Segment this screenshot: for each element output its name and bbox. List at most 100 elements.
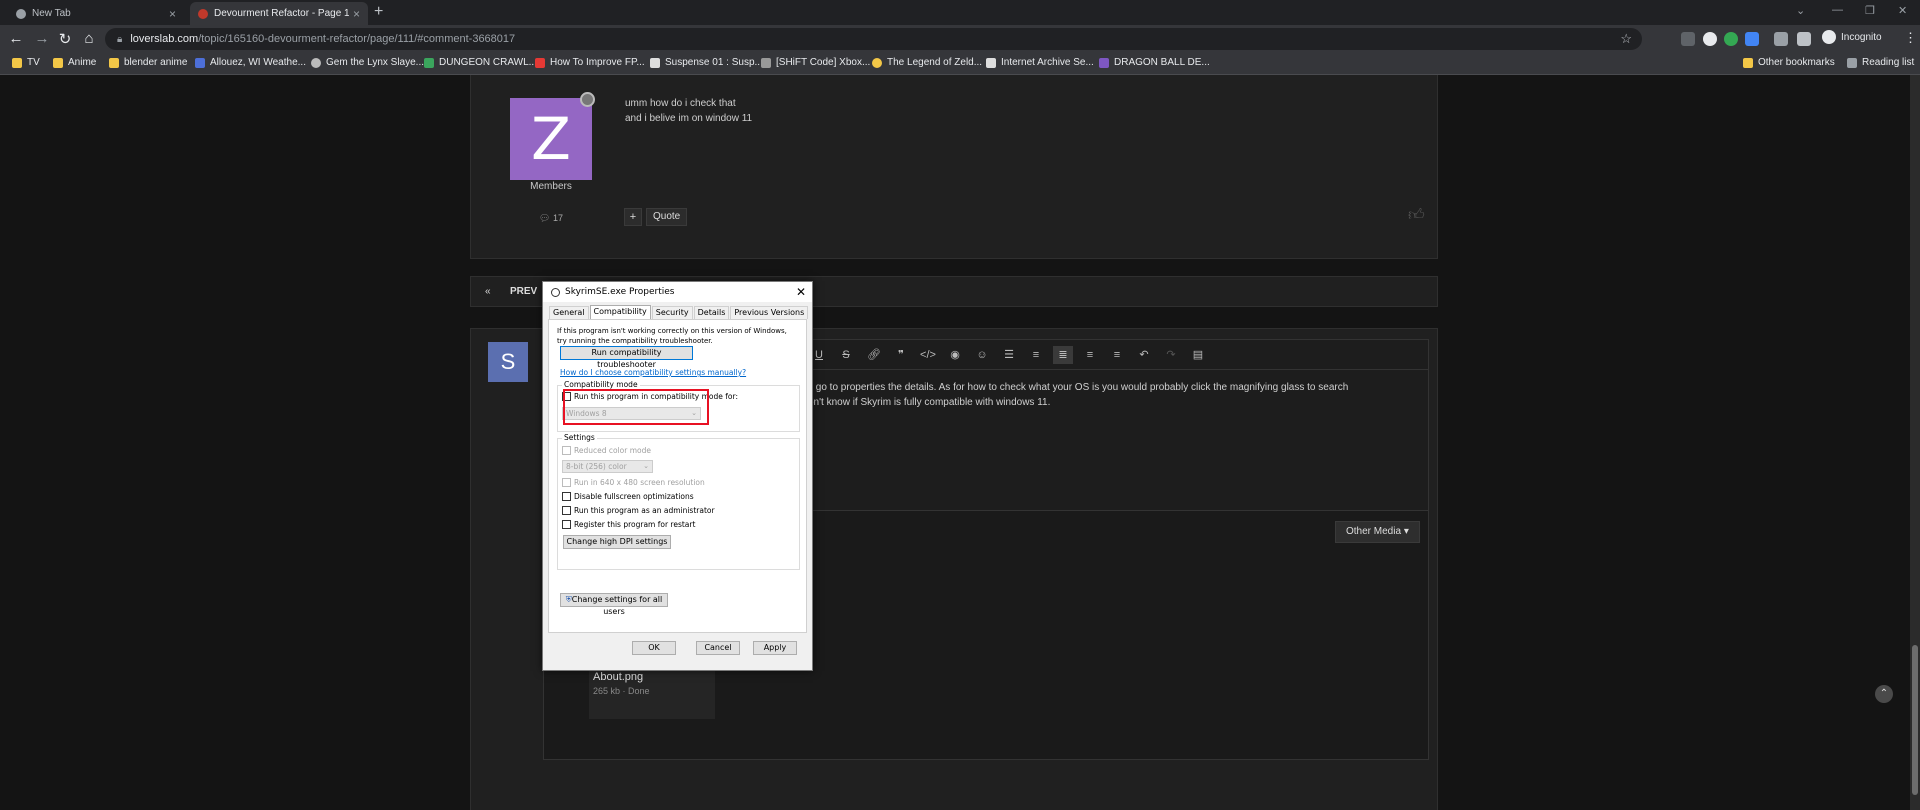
disable-fullscreen-checkbox[interactable]: Disable fullscreen optimizations	[562, 492, 694, 501]
double-chevron-left-icon[interactable]: «	[485, 286, 491, 297]
code-icon[interactable]: </>	[918, 346, 938, 364]
bookmark-item[interactable]: Allouez, WI Weathe...	[195, 57, 306, 68]
redo-icon[interactable]: ↷	[1161, 346, 1181, 364]
weather-icon	[195, 57, 205, 68]
extension-icon[interactable]	[1745, 32, 1759, 46]
minimize-icon[interactable]: —	[1832, 4, 1843, 16]
run-troubleshooter-button[interactable]: Run compatibility troubleshooter	[560, 346, 693, 369]
tab-title: Devourment Refactor - Page 111	[214, 8, 349, 19]
bookmark-label: Internet Archive Se...	[1001, 57, 1094, 68]
thumbs-up-icon[interactable]: 👍︎	[1408, 206, 1428, 226]
scrollbar-thumb[interactable]	[1912, 645, 1918, 795]
tab-details[interactable]: Details	[693, 306, 730, 319]
bookmark-item[interactable]: Gem the Lynx Slaye...	[311, 57, 424, 68]
other-bookmarks[interactable]: Other bookmarks	[1743, 57, 1835, 68]
forward-icon[interactable]: →	[33, 30, 51, 47]
group-label: Compatibility mode	[562, 380, 640, 389]
page-icon	[650, 57, 660, 68]
reduced-color-checkbox[interactable]: Reduced color mode	[562, 446, 651, 455]
back-icon[interactable]: ←	[7, 30, 25, 47]
avatar[interactable]: Z	[510, 98, 592, 180]
change-dpi-button[interactable]: Change high DPI settings	[563, 535, 671, 549]
quote-icon[interactable]: ❞	[891, 346, 911, 364]
close-icon[interactable]: ×	[169, 7, 176, 21]
color-depth-select[interactable]: 8-bit (256) color ⌄	[562, 460, 653, 473]
menu-icon[interactable]: ⋮	[1904, 30, 1917, 46]
site-icon	[1099, 57, 1109, 68]
run-640-checkbox[interactable]: Run in 640 x 480 screen resolution	[562, 478, 705, 487]
close-icon[interactable]: ×	[353, 7, 360, 21]
other-media-button[interactable]: Other Media ▾	[1335, 521, 1420, 543]
tab-new-tab[interactable]: New Tab ×	[8, 2, 184, 25]
numbered-list-icon[interactable]: ≡	[1026, 346, 1046, 364]
bookmark-item[interactable]: DUNGEON CRAWL...	[424, 57, 537, 68]
media-queue-icon[interactable]	[1797, 32, 1811, 46]
bookmark-star-icon[interactable]: ☆	[1620, 31, 1632, 47]
dialog-title-bar[interactable]: SkyrimSE.exe Properties ✕	[543, 282, 812, 302]
apply-button[interactable]: Apply	[753, 641, 797, 655]
help-link[interactable]: How do I choose compatibility settings m…	[560, 368, 746, 377]
tab-general[interactable]: General	[549, 306, 589, 319]
undo-icon[interactable]: ↶	[1134, 346, 1154, 364]
align-right-icon[interactable]: ≡	[1107, 346, 1127, 364]
browser-toolbar: ← → ↻ ⌂ 🔒︎ loverslab.com /topic/165160-d…	[0, 25, 1920, 53]
attachment-meta: 265 kb · Done	[593, 686, 650, 696]
bullet-list-icon[interactable]: ☰	[999, 346, 1019, 364]
run-as-admin-checkbox[interactable]: Run this program as an administrator	[562, 506, 715, 515]
scroll-to-top-button[interactable]: ⌃	[1875, 685, 1893, 703]
ok-button[interactable]: OK	[632, 641, 676, 655]
source-icon[interactable]: ▤	[1188, 346, 1208, 364]
app-icon	[551, 287, 560, 297]
multiquote-button[interactable]: +	[624, 208, 642, 226]
editor-text-line: on't know if Skyrim is fully compatible …	[808, 397, 1051, 408]
bookmark-item[interactable]: blender anime	[109, 57, 187, 68]
bookmark-item[interactable]: DRAGON BALL DE...	[1099, 57, 1210, 68]
reading-list[interactable]: Reading list	[1847, 57, 1914, 68]
checkbox-label: Disable fullscreen optimizations	[574, 492, 694, 501]
bookmark-label: Allouez, WI Weathe...	[210, 57, 306, 68]
bookmark-item[interactable]: TV	[12, 57, 40, 68]
quote-button[interactable]: Quote	[646, 208, 688, 226]
tab-devourment-refactor[interactable]: Devourment Refactor - Page 111 ×	[190, 2, 368, 25]
tab-security[interactable]: Security	[651, 306, 693, 319]
restore-icon[interactable]: ❐	[1865, 4, 1875, 17]
register-restart-checkbox[interactable]: Register this program for restart	[562, 520, 695, 529]
address-bar[interactable]: 🔒︎ loverslab.com /topic/165160-devourmen…	[105, 28, 1642, 50]
profile-button[interactable]: Incognito	[1822, 30, 1882, 44]
cancel-button[interactable]: Cancel	[696, 641, 740, 655]
puzzle-icon[interactable]	[1774, 32, 1788, 46]
bookmark-item[interactable]: Internet Archive Se...	[986, 57, 1094, 68]
spoiler-eye-icon[interactable]: ◉	[945, 346, 965, 364]
align-left-icon[interactable]: ≣	[1053, 346, 1073, 364]
chevron-down-icon[interactable]: ⌄	[1796, 4, 1805, 17]
extension-icon[interactable]	[1724, 32, 1738, 46]
bookmark-item[interactable]: Suspense 01 : Susp...	[650, 57, 763, 68]
tab-compatibility[interactable]: Compatibility	[589, 305, 651, 320]
close-window-icon[interactable]: ✕	[1898, 4, 1907, 17]
emoji-icon[interactable]: ☺	[972, 346, 992, 364]
align-center-icon[interactable]: ≡	[1080, 346, 1100, 364]
prev-link[interactable]: PREV	[510, 286, 537, 297]
strikethrough-icon[interactable]: S	[836, 346, 856, 364]
bookmark-item[interactable]: How To Improve FP...	[535, 57, 645, 68]
chevron-down-icon: ⌄	[643, 462, 649, 470]
youtube-icon	[535, 57, 545, 68]
home-icon[interactable]: ⌂	[80, 30, 98, 47]
folder-icon	[53, 57, 63, 68]
bookmark-item[interactable]: The Legend of Zeld...	[872, 57, 982, 68]
bookmark-label: Suspense 01 : Susp...	[665, 57, 763, 68]
editor-content[interactable]: it go to properties the details. As for …	[808, 380, 1348, 410]
link-icon[interactable]: 🔗︎	[864, 346, 884, 364]
moon-icon	[872, 57, 882, 68]
change-all-users-button[interactable]: ⛨Change settings for all users	[560, 593, 668, 616]
new-tab-button[interactable]: +	[374, 3, 383, 21]
extension-icon[interactable]	[1681, 32, 1695, 46]
bookmark-item[interactable]: [SHiFT Code] Xbox...	[761, 57, 870, 68]
bookmark-item[interactable]: Anime	[53, 57, 96, 68]
page-scrollbar[interactable]	[1910, 75, 1920, 810]
extension-icon[interactable]	[1703, 32, 1717, 46]
tab-previous-versions[interactable]: Previous Versions	[730, 306, 809, 319]
bookmark-label: Anime	[68, 57, 97, 68]
reload-icon[interactable]: ↻	[56, 30, 74, 48]
close-icon[interactable]: ✕	[796, 285, 806, 299]
